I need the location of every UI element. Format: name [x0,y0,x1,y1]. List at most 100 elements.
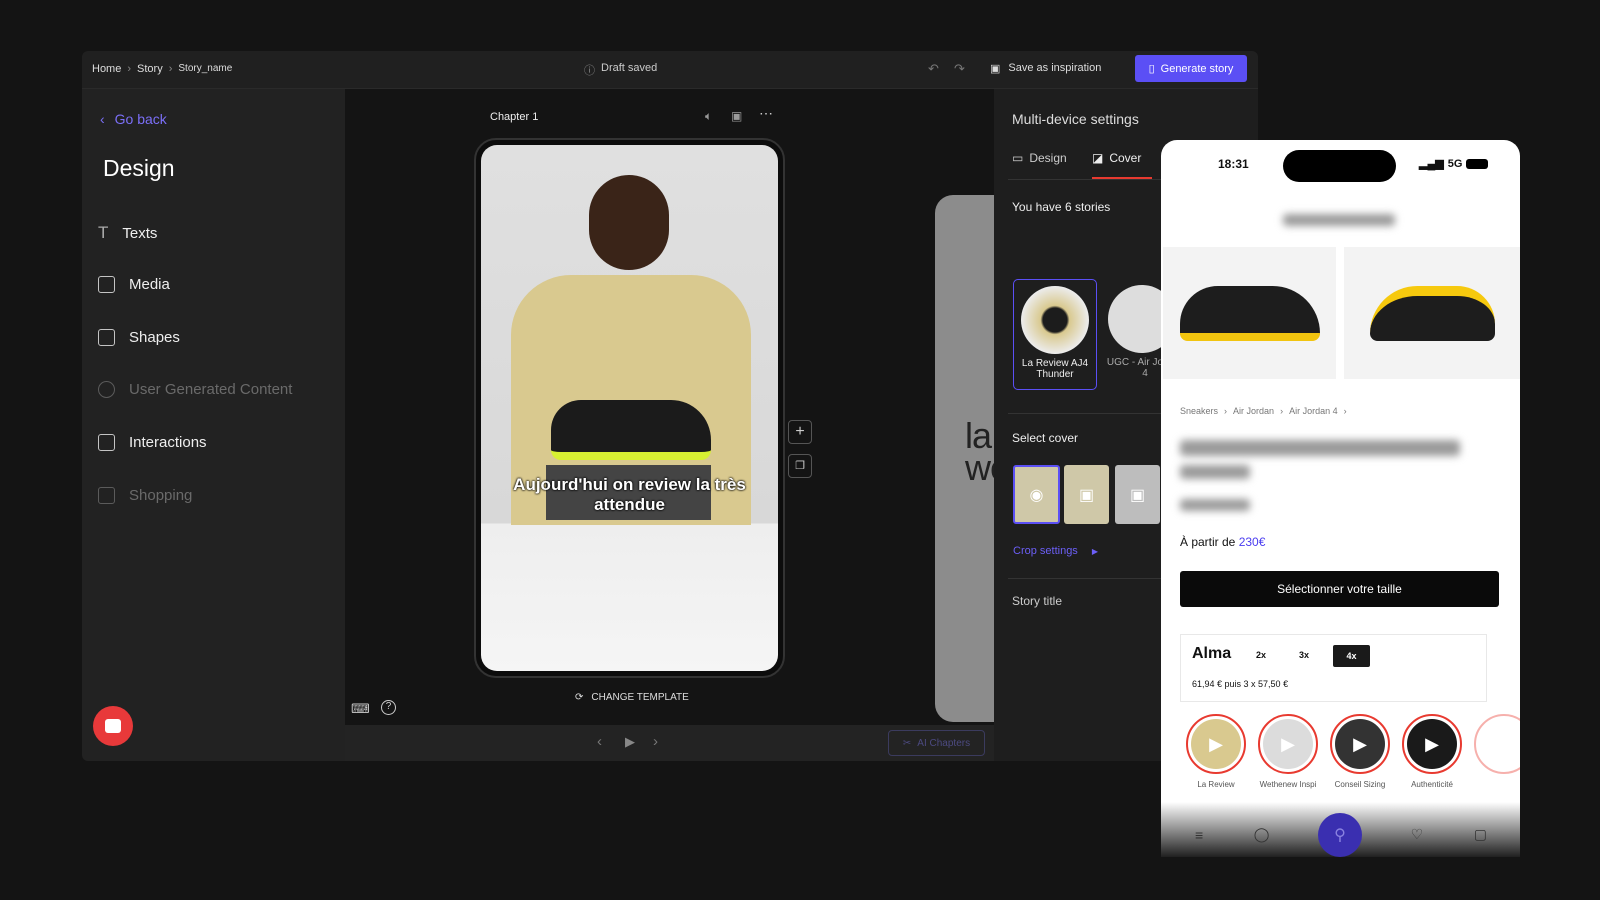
story-canvas: Chapter 1 🔈︎ ▣ ⋯ Aujourd'hui on review l… [345,89,1076,761]
breadcrumb-current: Story_name [178,63,233,74]
save-as-inspiration-button[interactable]: ▣ Save as inspiration [990,62,1101,75]
change-template-label: CHANGE TEMPLATE [591,692,689,703]
heart-icon[interactable]: ♡ [1411,826,1424,843]
tab-label: Design [1029,151,1067,165]
help-icon[interactable]: ? [381,700,396,715]
tab-design[interactable]: ▭ Design [1012,151,1067,165]
change-template-button[interactable]: ⟳ CHANGE TEMPLATE [575,692,689,703]
story-bubble[interactable] [1474,714,1520,774]
go-back-link[interactable]: ‹ Go back [100,111,167,127]
story-bubble[interactable]: ▶ Conseil Sizing [1330,714,1390,789]
product-image[interactable] [1163,247,1336,379]
story-video-preview[interactable]: Aujourd'hui on review la très attendue [481,145,778,671]
interaction-icon [98,434,115,451]
play-icon: ▶ [1335,719,1385,769]
panel-title: Multi-device settings [1012,111,1139,127]
breadcrumb-item[interactable]: Air Jordan 4 [1289,406,1338,416]
play-icon: ▶ [1191,719,1241,769]
cart-icon[interactable]: ▢ [1474,826,1487,843]
story-caption[interactable]: Aujourd'hui on review la très attendue [501,475,758,515]
sidebar-item-shapes[interactable]: Shapes [98,329,180,346]
save-icon[interactable]: ▣ [731,109,742,123]
menu-icon[interactable]: ≡ [1195,827,1203,843]
story-card[interactable]: UGC - Air Jordan 4 [1105,279,1165,390]
sidebar-item-label: Shopping [129,487,193,504]
save-status: ⓘ Draft saved [584,62,657,78]
volume-icon[interactable]: 🔈︎ [705,109,712,124]
sidebar-item-media[interactable]: Media [98,276,170,293]
cover-option-logo[interactable]: ▣ [1115,465,1160,524]
chevron-left-icon: ‹ [100,111,105,127]
sidebar-item-texts[interactable]: T Texts [98,223,157,243]
price-line: À partir de 230€ [1180,535,1265,549]
play-icon[interactable]: ▶ [625,734,635,750]
device-icon: ▯ [1148,63,1155,75]
blurred-product-title [1180,465,1250,479]
sidebar-item-label: Shapes [129,329,180,346]
sidebar-item-interactions[interactable]: Interactions [98,434,207,451]
sidebar-item-ugc: User Generated Content [98,381,292,398]
cover-option-video[interactable]: ◉ [1013,465,1060,524]
story-bubble[interactable]: ▶ La Review [1186,714,1246,789]
shopping-bag-icon [98,487,115,504]
cover-option-image[interactable]: ▣ [1064,465,1109,524]
tab-label: Cover [1109,151,1142,165]
story-card-label: UGC - Air Jordan 4 [1106,357,1165,379]
search-button[interactable]: ⚲ [1318,813,1362,857]
chevron-right-icon: › [127,63,132,75]
price: 230€ [1238,535,1266,549]
sidebar-item-label: Media [129,276,170,293]
breadcrumb-item[interactable]: Sneakers [1180,406,1218,416]
play-icon: ▶ [1407,719,1457,769]
next-icon[interactable]: › [653,733,658,750]
story-thumbnail [1108,285,1165,353]
story-bubble[interactable]: ▶ Authenticité [1402,714,1462,789]
phone-preview-frame: Aujourd'hui on review la très attendue [474,138,785,678]
status-time: 18:31 [1218,157,1249,171]
duplicate-chapter-button[interactable]: ❐ [788,454,812,478]
go-back-label: Go back [114,111,167,127]
ai-chapters-button[interactable]: ✂ AI Chapters [888,730,985,756]
crop-settings-link[interactable]: Crop settings ▶ [1013,545,1098,558]
select-size-button[interactable]: Sélectionner votre taille [1180,571,1499,607]
product-image[interactable] [1344,247,1520,379]
previous-icon[interactable]: ‹ [597,733,602,750]
sidebar-title: Design [103,155,175,181]
signal-icon: ▂▄▆ [1419,158,1444,170]
top-bar: Home › Story › Story_name ⓘ Draft saved ↶ ↷… [82,51,1258,89]
alma-option-2x[interactable]: 2x [1256,650,1266,660]
keyboard-icon[interactable]: ⌨ [351,701,370,717]
chapter-title: Chapter 1 [490,111,539,123]
play-circle-icon: ◉ [1029,486,1044,504]
chat-support-button[interactable] [93,706,133,746]
story-bubbles: ▶ La Review ▶ Wethenew Inspi ▶ Conseil Sizi… [1186,714,1520,789]
device-icon: ▭ [1012,151,1024,165]
alma-option-4x-selected[interactable]: 4x [1333,645,1370,667]
user-icon[interactable]: ◯ [1254,826,1270,843]
breadcrumb: Home › Story › Story_name [92,63,232,75]
alma-option-3x[interactable]: 3x [1299,650,1309,660]
chat-icon [105,719,121,733]
generate-story-button[interactable]: ▯ Generate story [1135,55,1247,82]
more-options-icon[interactable]: ⋯ [759,105,773,122]
story-bubble[interactable]: ▶ Wethenew Inspi [1258,714,1318,789]
story-bubble-label: Wethenew Inspi [1259,780,1317,789]
chevron-right-icon: › [168,63,173,75]
undo-icon[interactable]: ↶ [928,61,939,77]
breadcrumb-home[interactable]: Home [92,63,121,75]
tab-cover[interactable]: ◪ Cover [1092,151,1141,165]
story-card-selected[interactable]: La Review AJ4 Thunder [1013,279,1097,390]
breadcrumb-item[interactable]: Air Jordan [1233,406,1274,416]
sneaker-image [1179,285,1320,341]
refresh-icon: ⟳ [575,692,584,703]
alma-logo: Alma [1192,645,1232,662]
playback-bar: ‹ ▶ › ✂ AI Chapters [345,725,994,761]
breadcrumb-story[interactable]: Story [137,63,163,75]
mobile-preview: 18:31 ▂▄▆ 5G Sneakers › Air Jordan › Air Jo… [1161,140,1520,857]
battery-icon [1466,158,1489,169]
select-cover-heading: Select cover [1012,431,1079,445]
caret-right-icon: ▶ [1091,547,1098,556]
add-chapter-button[interactable]: + [788,420,812,444]
image-icon: ▣ [1129,486,1146,504]
redo-icon[interactable]: ↷ [954,61,965,77]
